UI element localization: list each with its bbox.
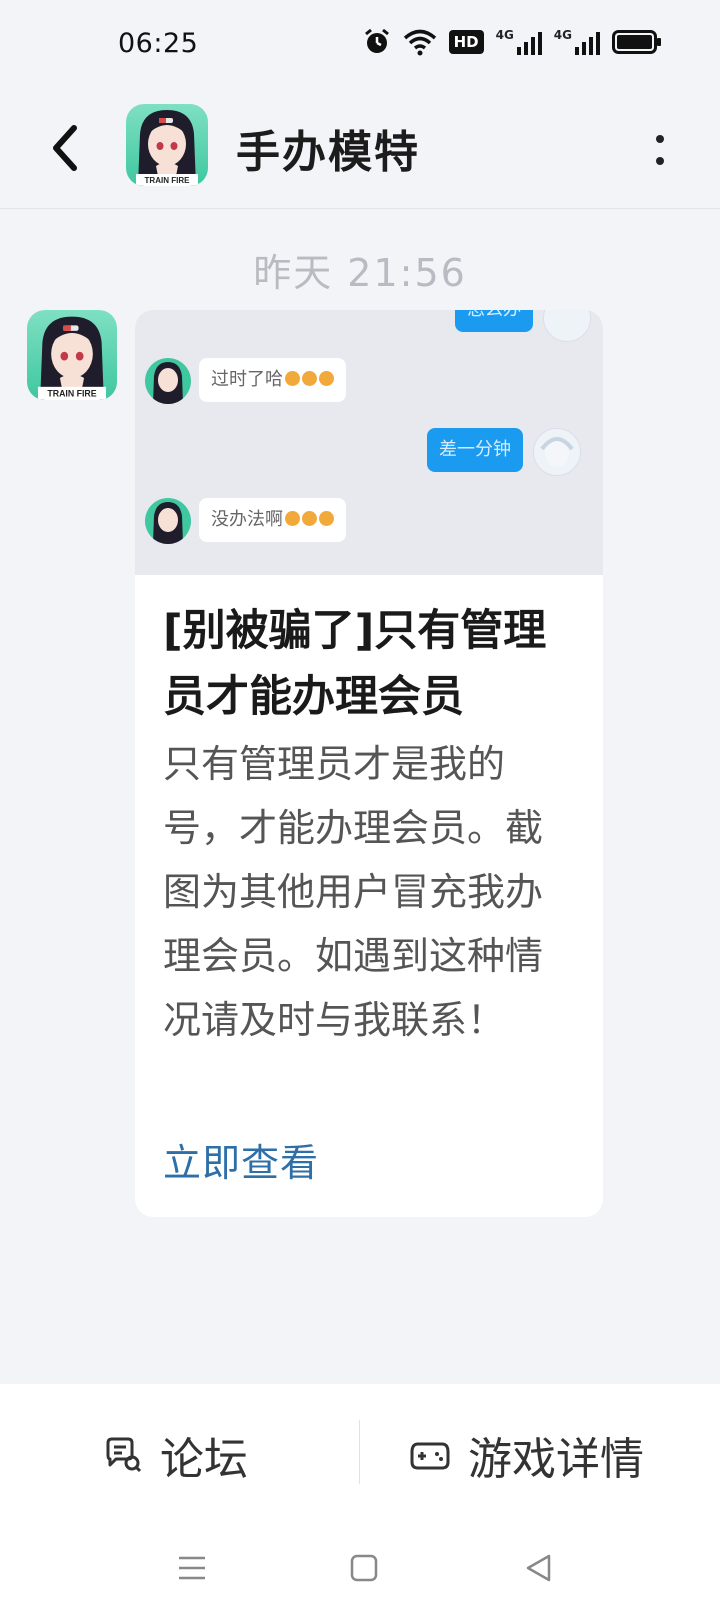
view-now-link[interactable]: 立即查看 xyxy=(163,1132,319,1187)
net-label: 4G xyxy=(495,28,514,42)
link-card[interactable]: 怎么办 过时了哈 差一分钟 没办法啊 [别被骗了]只有管理员才能办理会员 只有管… xyxy=(135,310,603,1217)
forum-chat-icon xyxy=(106,1437,142,1473)
avatar-caption: TRAIN FIRE xyxy=(47,389,96,399)
net-label: 4G xyxy=(553,28,572,42)
nav-menu-button[interactable] xyxy=(170,1546,214,1590)
home-square-icon xyxy=(350,1554,378,1582)
battery-icon xyxy=(612,30,661,54)
chevron-left-icon xyxy=(53,125,77,171)
more-dot xyxy=(656,157,664,165)
back-button[interactable] xyxy=(38,116,92,180)
more-vertical-icon xyxy=(656,135,664,143)
thumb-bubble-left: 没办法啊 xyxy=(199,498,346,542)
alarm-icon xyxy=(364,28,389,53)
signal-4g-icon: 4G xyxy=(496,29,542,55)
thumb-bubble-text: 怎么办 xyxy=(467,310,521,320)
status-bar: 06:25 HD 4G 4G xyxy=(0,0,720,90)
thumb-bubble-right: 差一分钟 xyxy=(427,428,523,472)
message-timestamp: 昨天 21:56 xyxy=(253,251,467,295)
chat-title: 手办模特 xyxy=(236,127,420,178)
thumb-avatar-admin xyxy=(145,358,191,404)
avatar-image: TRAIN FIRE xyxy=(126,104,208,186)
menu-icon xyxy=(179,1556,205,1580)
thumb-bubble-text: 没办法啊 xyxy=(211,509,283,530)
thumb-bubble-left: 过时了哈 xyxy=(199,358,346,402)
signal-4g-icon: 4G xyxy=(554,29,600,55)
tab-divider xyxy=(359,1420,360,1484)
tab-forum-label: 论坛 xyxy=(160,1434,248,1485)
system-nav-bar xyxy=(0,1520,720,1612)
card-title: [别被骗了]只有管理员才能办理会员 xyxy=(163,606,547,722)
nav-home-button[interactable] xyxy=(342,1546,386,1590)
back-triangle-icon xyxy=(526,1554,551,1582)
status-icons: HD 4G 4G xyxy=(363,28,662,56)
tab-game-details[interactable]: 游戏详情 xyxy=(410,1420,644,1490)
thumb-bubble-text: 过时了哈 xyxy=(211,369,283,390)
hd-icon: HD xyxy=(448,30,484,54)
card-thumbnail: 怎么办 过时了哈 差一分钟 没办法啊 xyxy=(135,310,603,575)
thumb-bubble-text: 差一分钟 xyxy=(439,439,511,460)
header-avatar[interactable]: TRAIN FIRE xyxy=(126,104,208,186)
tab-forum[interactable]: 论坛 xyxy=(102,1420,248,1490)
hd-label: HD xyxy=(453,33,479,51)
thumb-avatar-admin xyxy=(145,498,191,544)
avatar-caption: TRAIN FIRE xyxy=(145,176,191,185)
tab-game-details-label: 游戏详情 xyxy=(468,1434,644,1485)
gamepad-icon xyxy=(410,1442,450,1470)
thumb-avatar-user xyxy=(543,310,591,342)
thumb-bubble-right: 怎么办 xyxy=(455,310,533,332)
wifi-icon xyxy=(403,29,436,56)
card-description: 只有管理员才是我的号，才能办理会员。截图为其他用户冒充我办理会员。如遇到这种情况… xyxy=(163,742,544,1042)
sender-avatar[interactable]: TRAIN FIRE xyxy=(27,310,117,400)
status-time: 06:25 xyxy=(118,28,199,59)
nav-back-button[interactable] xyxy=(516,1546,560,1590)
chat-header: TRAIN FIRE 手办模特 xyxy=(0,90,720,209)
more-options-button[interactable] xyxy=(640,120,680,180)
avatar-image: TRAIN FIRE xyxy=(27,310,117,400)
thumb-avatar-user xyxy=(533,428,581,476)
